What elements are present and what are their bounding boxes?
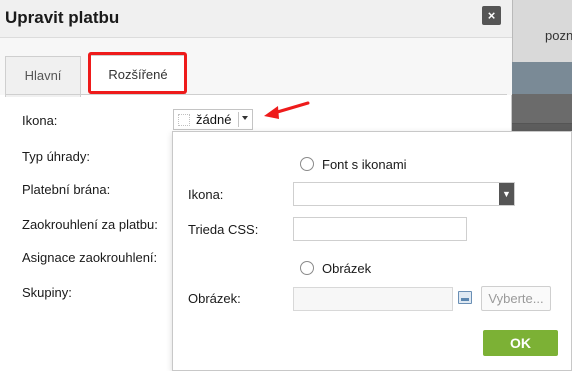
background-row [512, 94, 572, 124]
background-column-header: pozn [545, 28, 572, 43]
close-icon: × [487, 8, 496, 23]
image-radio[interactable] [300, 261, 314, 275]
trieda-css-label: Trieda CSS: [188, 222, 259, 237]
image-path-input[interactable] [293, 287, 453, 311]
background-table-header: pozn [512, 0, 572, 62]
tab-hlavni[interactable]: Hlavní [5, 56, 81, 97]
browse-button[interactable]: Vyberte... [481, 286, 551, 311]
dialog-titlebar: Upravit platbu × [0, 0, 512, 38]
close-button[interactable]: × [482, 6, 501, 25]
platebni-brana-label: Platební brána: [22, 182, 111, 197]
image-icon[interactable] [458, 291, 472, 304]
zaokrouhleni-label: Zaokrouhlení za platbu: [22, 217, 158, 232]
background-selected-row [512, 62, 572, 94]
css-class-input[interactable] [293, 217, 467, 241]
icon-preview [178, 114, 190, 126]
font-icon-select[interactable]: ▼ [293, 182, 515, 206]
tab-label: Hlavní [24, 68, 62, 83]
typ-uhrady-label: Typ úhrady: [22, 149, 90, 164]
icon-picker-popup: Font s ikonami Ikona: ▼ Trieda CSS: Obrá… [172, 131, 572, 371]
icon-select-value: žádné [196, 112, 232, 127]
tab-highlight-annotation [88, 52, 187, 94]
red-arrow-annotation [264, 101, 310, 119]
ikona-label: Ikona: [22, 113, 58, 128]
tab-content-divider [5, 94, 507, 95]
icon-select[interactable]: žádné [173, 109, 253, 130]
chevron-down-icon [242, 116, 248, 120]
font-radio[interactable] [300, 157, 314, 171]
obrazek-label: Obrázek: [188, 291, 241, 306]
select-divider [238, 112, 239, 127]
chevron-down-icon: ▼ [499, 183, 514, 205]
font-radio-label: Font s ikonami [322, 157, 407, 172]
dialog-title: Upravit platbu [5, 8, 120, 27]
ok-button[interactable]: OK [483, 330, 558, 356]
skupiny-label: Skupiny: [22, 285, 72, 300]
asignace-label: Asignace zaokrouhlení: [22, 250, 158, 265]
popup-ikona-label: Ikona: [188, 187, 224, 202]
image-radio-label: Obrázek [322, 261, 372, 276]
